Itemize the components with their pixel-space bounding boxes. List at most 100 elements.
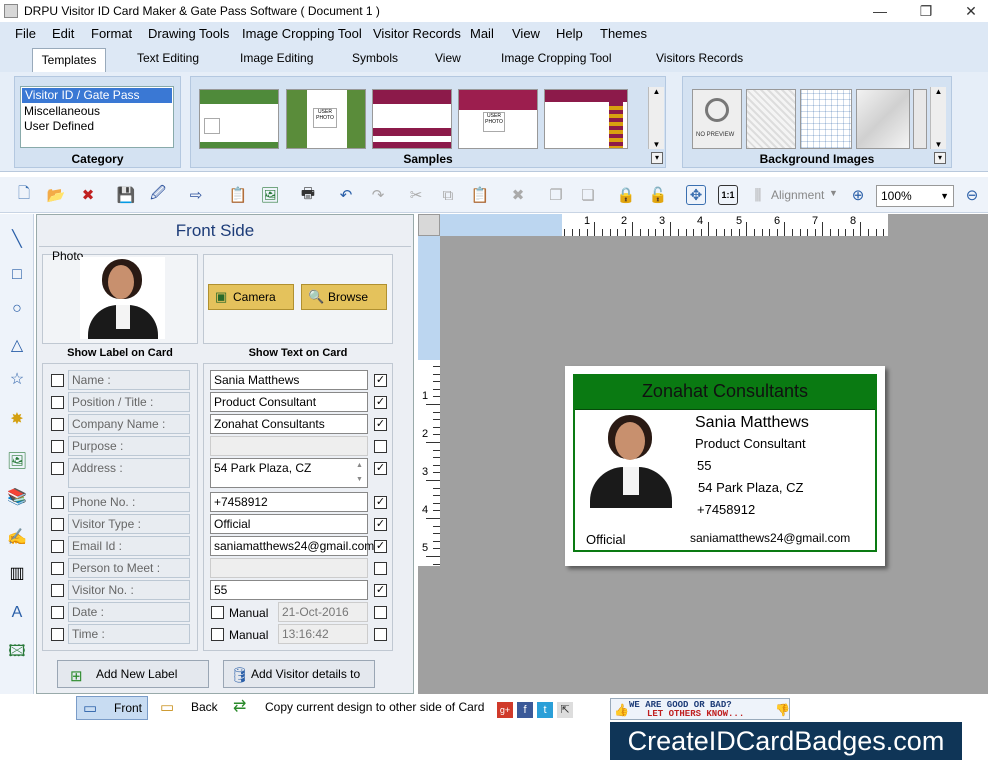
samples-expand-icon[interactable]: ▾ bbox=[651, 152, 663, 164]
export-icon[interactable]: ⇨ bbox=[186, 185, 206, 205]
bring-front-icon[interactable]: ❐ bbox=[546, 185, 566, 205]
field-value-input[interactable]: Zonahat Consultants bbox=[210, 414, 368, 434]
tab-image-cropping-tool[interactable]: Image Cropping Tool bbox=[501, 51, 612, 65]
show-label-checkbox[interactable] bbox=[51, 396, 64, 409]
picture-tool-icon[interactable]: 🖾 bbox=[6, 642, 28, 664]
field-label[interactable]: Position / Title : bbox=[68, 392, 190, 412]
save-icon[interactable]: 💾 bbox=[116, 185, 136, 205]
line-tool-icon[interactable]: ╲ bbox=[6, 228, 28, 250]
ellipse-tool-icon[interactable]: ○ bbox=[6, 298, 28, 320]
field-value-input[interactable] bbox=[210, 558, 368, 578]
library-tool-icon[interactable]: 📚 bbox=[6, 486, 28, 508]
field-value-input[interactable]: 21-Oct-2016 bbox=[278, 602, 368, 622]
open-folder-icon[interactable]: 📂 bbox=[46, 185, 66, 205]
menu-view[interactable]: View bbox=[512, 26, 540, 41]
tab-image-editing[interactable]: Image Editing bbox=[240, 51, 313, 65]
category-item-visitor-id[interactable]: Visitor ID / Gate Pass bbox=[22, 88, 172, 103]
save-as-icon[interactable]: 🖉 bbox=[148, 185, 168, 205]
field-value-input[interactable]: Product Consultant bbox=[210, 392, 368, 412]
show-label-checkbox[interactable] bbox=[51, 518, 64, 531]
card-phone[interactable]: +7458912 bbox=[697, 502, 755, 517]
field-label[interactable]: Purpose : bbox=[68, 436, 190, 456]
image-tool-icon[interactable]: 🖼 bbox=[6, 450, 28, 472]
samples-scrollbar[interactable]: ▲ ▼ bbox=[648, 87, 664, 149]
show-text-checkbox[interactable]: ✓ bbox=[374, 462, 387, 475]
show-label-checkbox[interactable] bbox=[51, 584, 64, 597]
copy-icon[interactable]: ⧉ bbox=[438, 185, 458, 205]
copy-design-button[interactable]: ⇄ Copy current design to other side of C… bbox=[229, 696, 489, 720]
sample-thumb-2[interactable]: USER PHOTO bbox=[286, 89, 366, 149]
show-label-checkbox[interactable] bbox=[51, 418, 64, 431]
alignment-dropdown[interactable]: Alignment bbox=[771, 188, 824, 202]
category-list[interactable]: Visitor ID / Gate Pass Miscellaneous Use… bbox=[20, 86, 174, 148]
card-email[interactable]: saniamatthews24@gmail.com bbox=[690, 531, 850, 545]
menu-file[interactable]: File bbox=[15, 26, 36, 41]
maximize-button[interactable]: ❐ bbox=[903, 0, 949, 22]
field-label[interactable]: Visitor No. : bbox=[68, 580, 190, 600]
card-position[interactable]: Product Consultant bbox=[695, 436, 806, 451]
field-label[interactable]: Date : bbox=[68, 602, 190, 622]
tab-visitors-records[interactable]: Visitors Records bbox=[656, 51, 743, 65]
star-tool-icon[interactable]: ☆ bbox=[6, 368, 28, 390]
twitter-icon[interactable]: t bbox=[537, 702, 553, 718]
show-text-checkbox[interactable]: ✓ bbox=[374, 518, 387, 531]
bg-thumb-4[interactable] bbox=[856, 89, 910, 149]
menu-help[interactable]: Help bbox=[556, 26, 583, 41]
zoom-in-icon[interactable]: ⊕ bbox=[848, 185, 868, 205]
tab-text-editing[interactable]: Text Editing bbox=[137, 51, 199, 65]
field-label[interactable]: Time : bbox=[68, 624, 190, 644]
manual-checkbox[interactable] bbox=[211, 606, 224, 619]
google-plus-icon[interactable]: g+ bbox=[497, 702, 513, 718]
image-icon[interactable]: 🖼 bbox=[260, 185, 280, 205]
add-new-label-button[interactable]: ⊞ Add New Label bbox=[57, 660, 209, 688]
send-back-icon[interactable]: ❏ bbox=[578, 185, 598, 205]
sample-thumb-1[interactable] bbox=[199, 89, 279, 149]
redo-icon[interactable]: ↷ bbox=[368, 185, 388, 205]
field-value-input[interactable]: 13:16:42 bbox=[278, 624, 368, 644]
share-icon[interactable]: ⇱ bbox=[557, 702, 573, 718]
signature-tool-icon[interactable]: ✍ bbox=[6, 526, 28, 548]
camera-button[interactable]: ▣ Camera bbox=[208, 284, 294, 310]
add-visitor-db-button[interactable]: 🛢 Add Visitor details to DB bbox=[223, 660, 375, 707]
menu-mail[interactable]: Mail bbox=[470, 26, 494, 41]
field-value-input[interactable]: 54 Park Plaza, CZ bbox=[210, 458, 368, 488]
symbol-tool-icon[interactable]: ✸ bbox=[6, 408, 28, 430]
rectangle-tool-icon[interactable]: □ bbox=[6, 264, 28, 286]
visitor-photo[interactable] bbox=[80, 257, 165, 339]
field-label[interactable]: Email Id : bbox=[68, 536, 190, 556]
close-document-icon[interactable]: ✖ bbox=[78, 185, 98, 205]
card-photo[interactable] bbox=[582, 413, 678, 508]
unlock-icon[interactable]: 🔓 bbox=[648, 185, 668, 205]
background-expand-icon[interactable]: ▾ bbox=[934, 152, 946, 164]
close-button[interactable]: ✕ bbox=[948, 0, 988, 22]
field-label[interactable]: Company Name : bbox=[68, 414, 190, 434]
rate-us-banner[interactable]: 👍 WE ARE GOOD OR BAD? LET OTHERS KNOW...… bbox=[610, 698, 790, 720]
address-scrollbar[interactable]: ▲ ▼ bbox=[352, 459, 367, 487]
menu-themes[interactable]: Themes bbox=[600, 26, 647, 41]
actual-size-icon[interactable]: 1:1 bbox=[718, 185, 738, 205]
bg-thumb-5[interactable] bbox=[913, 89, 927, 149]
card-company[interactable]: Zonahat Consultants bbox=[575, 381, 875, 402]
tab-templates[interactable]: Templates bbox=[32, 48, 106, 72]
field-value-input[interactable]: Sania Matthews bbox=[210, 370, 368, 390]
field-label[interactable]: Name : bbox=[68, 370, 190, 390]
front-button[interactable]: ▭ Front bbox=[76, 696, 148, 720]
menu-visitor-records[interactable]: Visitor Records bbox=[373, 26, 461, 41]
show-text-checkbox[interactable]: ✓ bbox=[374, 374, 387, 387]
show-label-checkbox[interactable] bbox=[51, 540, 64, 553]
manual-checkbox[interactable] bbox=[211, 628, 224, 641]
show-text-checkbox[interactable]: ✓ bbox=[374, 496, 387, 509]
triangle-tool-icon[interactable]: △ bbox=[6, 334, 28, 356]
field-label[interactable]: Visitor Type : bbox=[68, 514, 190, 534]
show-text-checkbox[interactable] bbox=[374, 606, 387, 619]
field-value-input[interactable]: Official bbox=[210, 514, 368, 534]
show-label-checkbox[interactable] bbox=[51, 374, 64, 387]
field-label[interactable]: Phone No. : bbox=[68, 492, 190, 512]
barcode-tool-icon[interactable]: ▥ bbox=[6, 562, 28, 584]
show-label-checkbox[interactable] bbox=[51, 562, 64, 575]
show-text-checkbox[interactable]: ✓ bbox=[374, 418, 387, 431]
show-text-checkbox[interactable]: ✓ bbox=[374, 540, 387, 553]
new-document-icon[interactable]: 🗋 bbox=[14, 185, 34, 205]
field-value-input[interactable]: +7458912 bbox=[210, 492, 368, 512]
field-value-input[interactable]: saniamatthews24@gmail.com bbox=[210, 536, 374, 556]
